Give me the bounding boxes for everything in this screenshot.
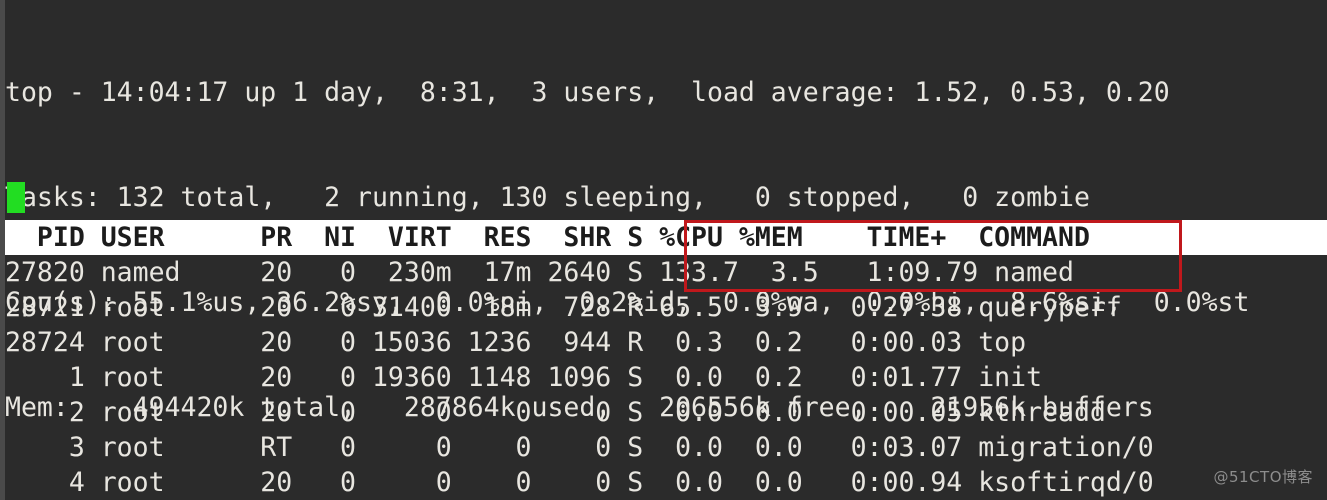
process-table: PID USER PR NI VIRT RES SHR S %CPU %MEM … [5,220,1327,500]
command-prompt-line[interactable] [5,180,1327,215]
table-row[interactable]: 1 root 20 0 19360 1148 1096 S 0.0 0.2 0:… [5,360,1327,395]
watermark-label: @51CTO博客 [1213,468,1313,486]
table-row[interactable]: 28721 root 20 0 31400 18m 728 R 65.5 3.9… [5,290,1327,325]
table-row[interactable]: 27820 named 20 0 230m 17m 2640 S 133.7 3… [5,255,1327,290]
table-row[interactable]: 28724 root 20 0 15036 1236 944 R 0.3 0.2… [5,325,1327,360]
table-row[interactable]: 3 root RT 0 0 0 0 S 0.0 0.0 0:03.07 migr… [5,430,1327,465]
table-row[interactable]: 2 root 20 0 0 0 0 S 0.0 0.0 0:00.05 kthr… [5,395,1327,430]
summary-uptime-line: top - 14:04:17 up 1 day, 8:31, 3 users, … [5,77,1170,108]
table-row[interactable]: 4 root 20 0 0 0 0 S 0.0 0.0 0:00.94 ksof… [5,465,1327,500]
cursor-block [7,182,25,213]
process-table-header: PID USER PR NI VIRT RES SHR S %CPU %MEM … [5,220,1327,255]
terminal-screen[interactable]: top - 14:04:17 up 1 day, 8:31, 3 users, … [0,0,1327,500]
